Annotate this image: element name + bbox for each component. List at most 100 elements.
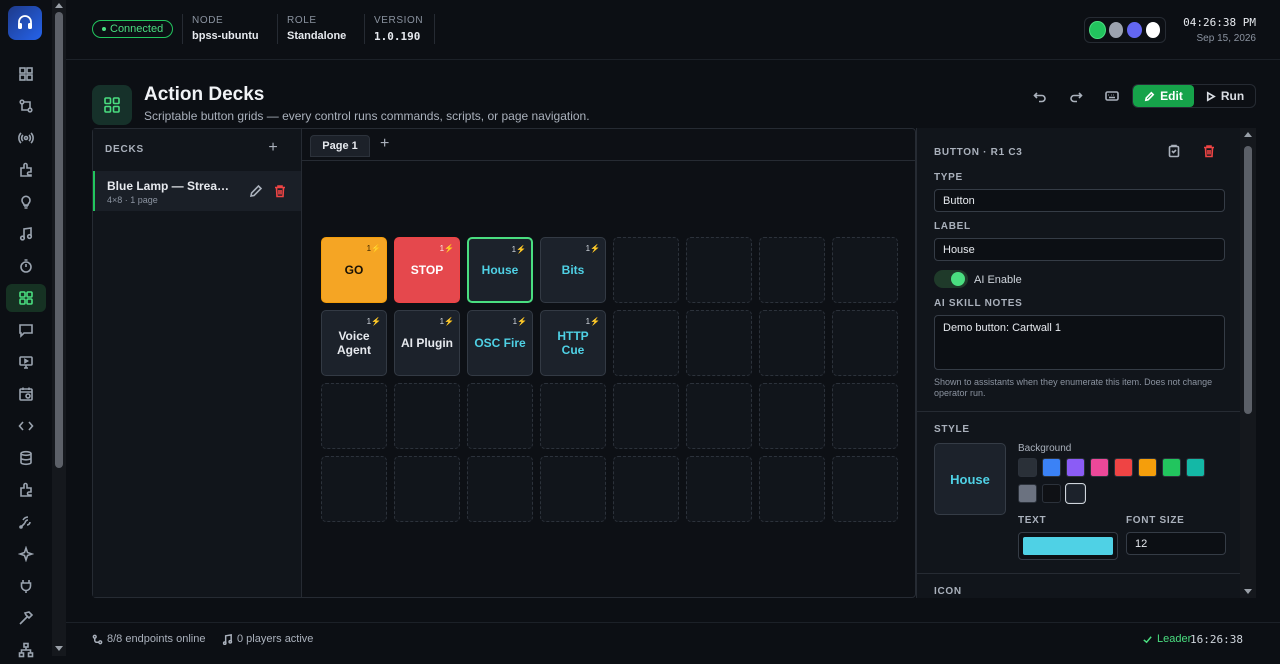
nav-action-decks-button[interactable]	[6, 284, 46, 312]
scroll-up-arrow[interactable]	[1244, 132, 1252, 137]
empty-grid-cell[interactable]	[759, 237, 825, 303]
theme-swatch[interactable]	[1108, 22, 1123, 38]
clock: 04:26:38 PM Sep 15, 2026	[1181, 16, 1256, 44]
copy-button[interactable]	[1167, 144, 1183, 160]
empty-grid-cell[interactable]	[686, 237, 752, 303]
theme-swatch[interactable]	[1090, 22, 1105, 38]
inspector-scrollbar[interactable]	[1240, 128, 1256, 598]
notes-help-text: Shown to assistants when they enumerate …	[934, 377, 1213, 398]
nav-display-button[interactable]	[6, 348, 46, 376]
type-select[interactable]	[934, 189, 1225, 212]
background-swatch[interactable]	[1018, 458, 1037, 477]
tab-page-1[interactable]: Page 1	[310, 135, 370, 157]
deck-button-ai-plugin[interactable]: 1⚡ AI Plugin	[394, 310, 460, 376]
scroll-thumb[interactable]	[55, 12, 63, 468]
background-swatch[interactable]	[1114, 458, 1133, 477]
empty-grid-cell[interactable]	[832, 456, 898, 522]
deck-button-osc-fire[interactable]: 1⚡ OSC Fire	[467, 310, 533, 376]
scroll-thumb[interactable]	[1244, 146, 1252, 414]
background-swatch[interactable]	[1065, 483, 1086, 504]
empty-grid-cell[interactable]	[759, 310, 825, 376]
type-label: TYPE	[934, 172, 963, 183]
empty-grid-cell[interactable]	[540, 456, 606, 522]
empty-grid-cell[interactable]	[686, 456, 752, 522]
scroll-down-arrow[interactable]	[1244, 589, 1252, 594]
nav-dashboard-button[interactable]	[6, 60, 46, 88]
scroll-up-arrow[interactable]	[55, 3, 63, 8]
deck-button-label: House	[481, 263, 519, 277]
rename-deck-button[interactable]	[249, 184, 263, 198]
deck-button-voice-agent[interactable]: 1⚡ Voice Agent	[321, 310, 387, 376]
empty-grid-cell[interactable]	[759, 383, 825, 449]
font-size-input[interactable]	[1126, 532, 1226, 555]
empty-grid-cell[interactable]	[613, 456, 679, 522]
theme-swatch[interactable]	[1145, 22, 1160, 38]
nav-plugin-button[interactable]	[6, 156, 46, 184]
background-swatch[interactable]	[1018, 484, 1037, 503]
nav-sparkle-button[interactable]	[6, 540, 46, 568]
empty-grid-cell[interactable]	[686, 310, 752, 376]
empty-grid-cell[interactable]	[832, 383, 898, 449]
deck-button-go[interactable]: 1⚡ GO	[321, 237, 387, 303]
nav-hammer-button[interactable]	[6, 604, 46, 632]
nav-schedule-button[interactable]	[6, 380, 46, 408]
empty-grid-cell[interactable]	[540, 383, 606, 449]
empty-grid-cell[interactable]	[613, 237, 679, 303]
ai-skill-notes-input[interactable]: Demo button: Cartwall 1	[934, 315, 1225, 370]
background-swatch[interactable]	[1186, 458, 1205, 477]
empty-grid-cell[interactable]	[613, 310, 679, 376]
nav-chat-button[interactable]	[6, 316, 46, 344]
nav-music-button[interactable]	[6, 220, 46, 248]
deck-button-house[interactable]: 1⚡ House	[467, 237, 533, 303]
text-color-picker[interactable]	[1018, 532, 1118, 560]
delete-button[interactable]	[1202, 144, 1218, 160]
scroll-down-arrow[interactable]	[55, 646, 63, 651]
background-swatch[interactable]	[1090, 458, 1109, 477]
rail-scrollbar[interactable]	[52, 0, 66, 656]
deck-button-bits[interactable]: 1⚡ Bits	[540, 237, 606, 303]
empty-grid-cell[interactable]	[759, 456, 825, 522]
nav-network-button[interactable]	[6, 636, 46, 664]
undo-button[interactable]	[1026, 84, 1054, 108]
empty-grid-cell[interactable]	[467, 456, 533, 522]
background-swatch[interactable]	[1066, 458, 1085, 477]
nav-code-button[interactable]	[6, 412, 46, 440]
edit-mode-button[interactable]: Edit	[1133, 85, 1194, 107]
nav-broadcast-button[interactable]	[6, 124, 46, 152]
background-swatch[interactable]	[1162, 458, 1181, 477]
ai-enable-toggle[interactable]	[934, 270, 968, 288]
add-page-button[interactable]: +	[380, 135, 389, 153]
empty-grid-cell[interactable]	[467, 383, 533, 449]
nav-routing-button[interactable]	[6, 92, 46, 120]
label-input[interactable]	[934, 238, 1225, 261]
nav-lightbulb-button[interactable]	[6, 188, 46, 216]
empty-grid-cell[interactable]	[394, 456, 460, 522]
nav-database-button[interactable]	[6, 444, 46, 472]
keyboard-shortcuts-button[interactable]	[1098, 84, 1126, 108]
redo-button[interactable]	[1062, 84, 1090, 108]
empty-grid-cell[interactable]	[321, 456, 387, 522]
empty-grid-cell[interactable]	[613, 383, 679, 449]
nav-extension-button[interactable]	[6, 476, 46, 504]
delete-deck-button[interactable]	[273, 184, 287, 198]
empty-grid-cell[interactable]	[686, 383, 752, 449]
deck-button-stop[interactable]: 1⚡ STOP	[394, 237, 460, 303]
nav-signal-button[interactable]	[6, 508, 46, 536]
divider	[434, 14, 435, 44]
nav-timer-button[interactable]	[6, 252, 46, 280]
nav-power-plug-button[interactable]	[6, 572, 46, 600]
run-mode-button[interactable]: Run	[1194, 85, 1255, 107]
empty-grid-cell[interactable]	[832, 237, 898, 303]
theme-swatch[interactable]	[1127, 22, 1142, 38]
background-swatch[interactable]	[1042, 484, 1061, 503]
deck-list-item[interactable]: Blue Lamp — Stream Deck 4×8 · 1 page	[93, 171, 301, 211]
empty-grid-cell[interactable]	[832, 310, 898, 376]
nav-rail	[0, 0, 52, 658]
empty-grid-cell[interactable]	[394, 383, 460, 449]
background-swatch[interactable]	[1042, 458, 1061, 477]
app-logo[interactable]	[8, 6, 42, 40]
deck-button-http-cue[interactable]: 1⚡ HTTP Cue	[540, 310, 606, 376]
empty-grid-cell[interactable]	[321, 383, 387, 449]
add-deck-button[interactable]: +	[265, 140, 281, 157]
background-swatch[interactable]	[1138, 458, 1157, 477]
